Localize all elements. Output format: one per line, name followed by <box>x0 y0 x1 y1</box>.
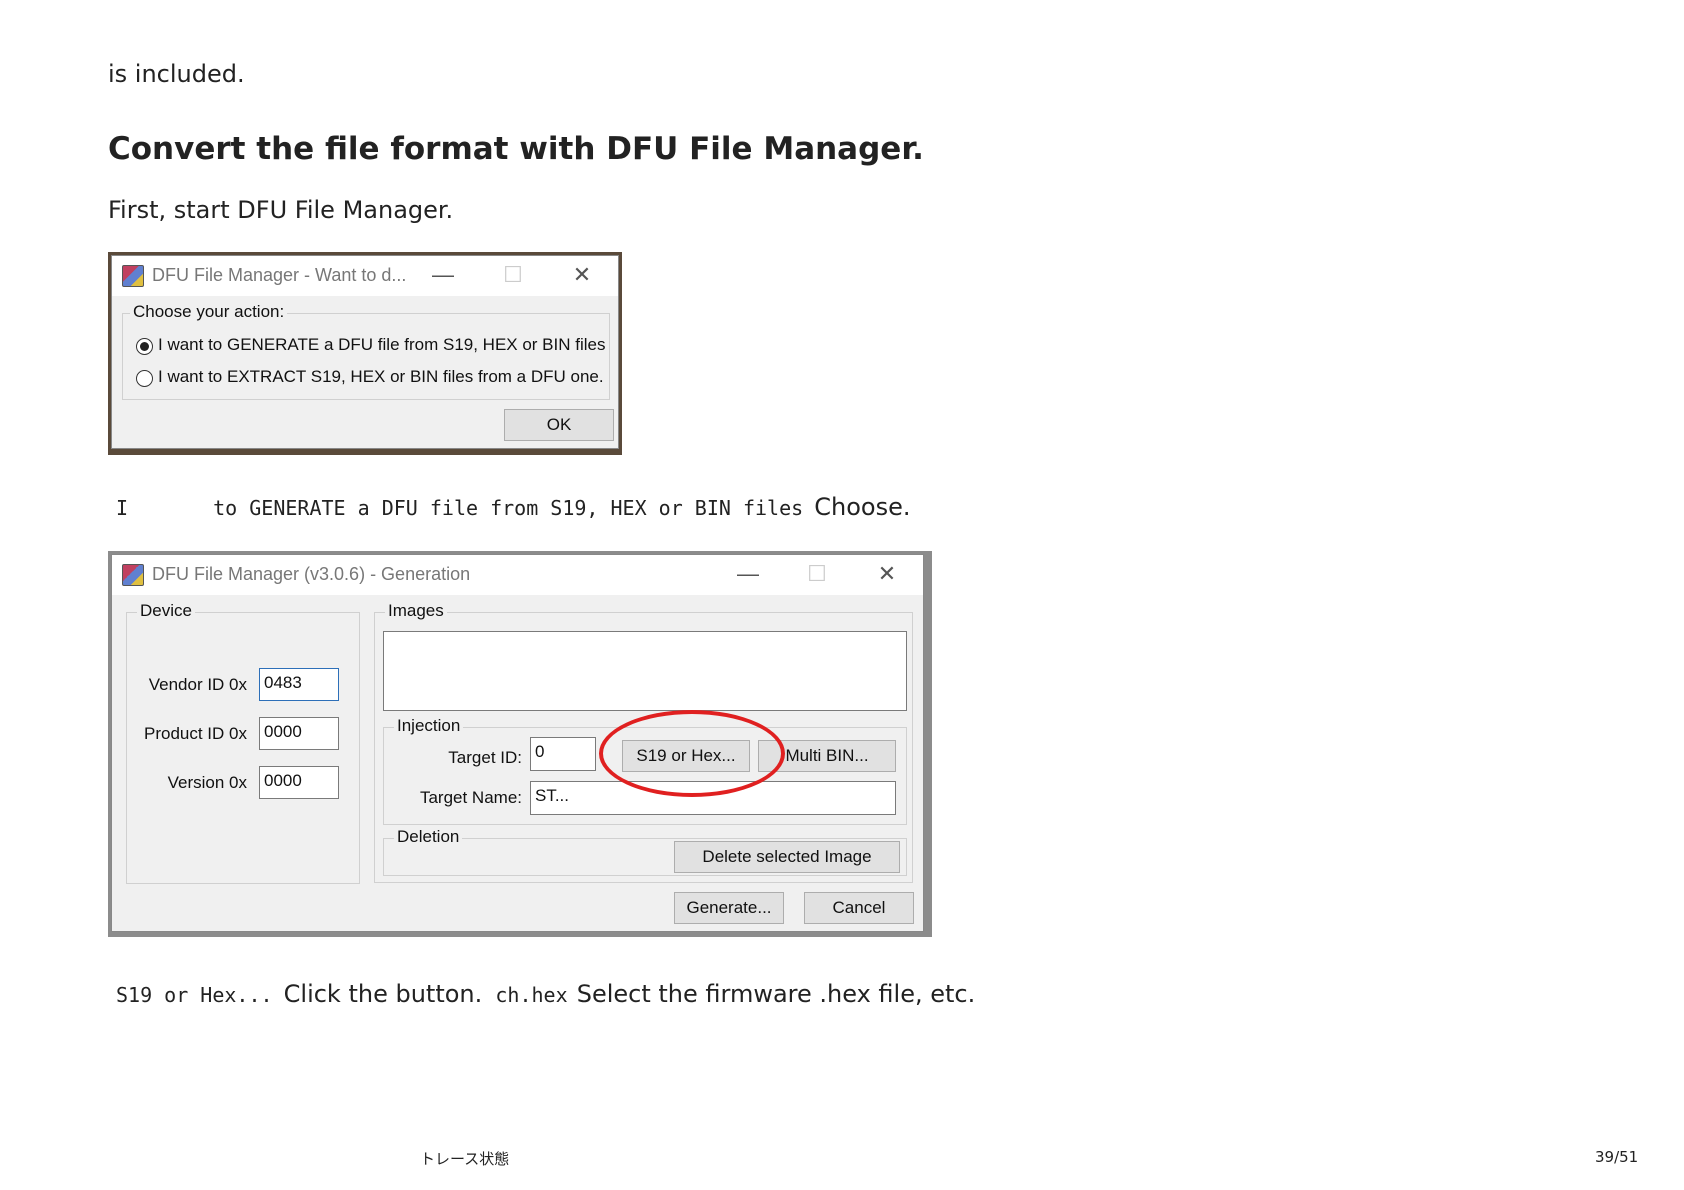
step3-text-select: Select the firmware .hex file, etc. <box>576 980 976 1008</box>
step3-text-click: Click the button. <box>283 980 483 1008</box>
dfu-app-icon <box>122 564 144 586</box>
extract-radio[interactable] <box>136 370 153 387</box>
generate-radio[interactable] <box>136 338 153 355</box>
target-id-label: Target ID: <box>448 748 522 767</box>
step3-code-button: S19 or Hex... <box>116 983 273 1007</box>
delete-selected-image-button[interactable]: Delete selected Image <box>674 841 900 873</box>
step3-line: S19 or Hex... Click the button. ch.hex S… <box>116 980 975 1008</box>
highlight-circle <box>599 710 785 797</box>
step2-text: Choose. <box>814 493 911 521</box>
injection-group-label: Injection <box>394 716 464 736</box>
version-field[interactable]: 0000 <box>259 766 339 799</box>
action-group: Choose your action: I want to GENERATE a… <box>122 302 610 400</box>
intro-text: is included. <box>108 60 245 88</box>
step2-line: I to GENERATE a DFU file from S19, HEX o… <box>116 493 910 521</box>
cancel-button[interactable]: Cancel <box>804 892 914 924</box>
deletion-group-label: Deletion <box>394 827 463 847</box>
product-id-field[interactable]: 0000 <box>259 717 339 750</box>
step3-code-file: ch.hex <box>495 983 568 1007</box>
target-id-field[interactable]: 0 <box>530 737 596 771</box>
generate-button[interactable]: Generate... <box>674 892 784 924</box>
step1-text: First, start DFU File Manager. <box>108 196 454 224</box>
dfu-app-icon <box>122 265 144 287</box>
product-id-label: Product ID 0x <box>144 724 247 743</box>
close-icon[interactable]: ✕ <box>567 262 597 288</box>
generate-option-label[interactable]: I want to GENERATE a DFU file from S19, … <box>158 335 605 355</box>
dialog1-window: DFU File Manager - Want to d... — ☐ ✕ Ch… <box>111 255 619 449</box>
step2-code-option: to GENERATE a DFU file from S19, HEX or … <box>213 496 804 520</box>
device-group-label: Device <box>137 601 195 621</box>
section-heading: Convert the file format with DFU File Ma… <box>108 131 924 167</box>
maximize-icon[interactable]: ☐ <box>802 561 832 587</box>
dialog2-titlebar: DFU File Manager (v3.0.6) - Generation —… <box>112 555 923 595</box>
vendor-id-field[interactable]: 0483 <box>259 668 339 701</box>
minimize-icon[interactable]: — <box>733 561 763 587</box>
dialog2-screenshot: DFU File Manager (v3.0.6) - Generation —… <box>108 551 932 937</box>
dialog2-title: DFU File Manager (v3.0.6) - Generation <box>152 564 471 584</box>
dialog1-screenshot: DFU File Manager - Want to d... — ☐ ✕ Ch… <box>108 252 622 455</box>
images-group-label: Images <box>385 601 447 621</box>
minimize-icon[interactable]: — <box>428 262 458 288</box>
version-label: Version 0x <box>167 773 247 792</box>
device-group: Device Vendor ID 0x 0483 Product ID 0x 0… <box>126 601 360 884</box>
close-icon[interactable]: ✕ <box>872 561 902 587</box>
maximize-icon[interactable]: ☐ <box>498 262 528 288</box>
extract-option-label[interactable]: I want to EXTRACT S19, HEX or BIN files … <box>158 367 604 387</box>
ok-button[interactable]: OK <box>504 409 614 441</box>
page-number: 39/51 <box>1595 1148 1639 1166</box>
footer-status: トレース状態 <box>420 1150 510 1168</box>
dialog2-window: DFU File Manager (v3.0.6) - Generation —… <box>111 554 924 932</box>
dialog1-title: DFU File Manager - Want to d... <box>152 265 407 285</box>
dialog1-titlebar: DFU File Manager - Want to d... — ☐ ✕ <box>112 256 618 296</box>
step2-code-i: I <box>116 496 129 520</box>
images-list[interactable] <box>383 631 907 711</box>
target-name-label: Target Name: <box>419 788 522 807</box>
vendor-id-label: Vendor ID 0x <box>148 675 247 694</box>
action-group-label: Choose your action: <box>130 302 288 322</box>
deletion-group: Deletion Delete selected Image <box>383 827 907 876</box>
